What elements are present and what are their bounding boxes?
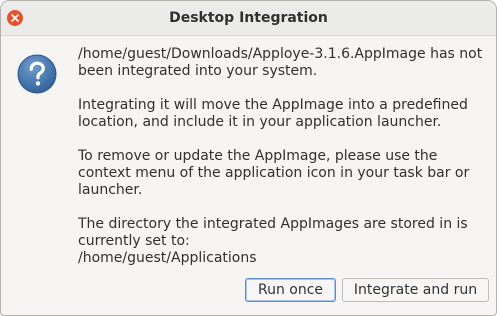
directory-description: The directory the integrated AppImages a… (78, 216, 468, 249)
dialog-window: Desktop Integration /home/guest/Download… (0, 0, 497, 316)
message-paragraph-integrating: Integrating it will move the AppImage in… (78, 97, 468, 130)
question-icon (17, 54, 57, 94)
directory-path: /home/guest/Applications (78, 250, 257, 266)
message-paragraph-directory: The directory the integrated AppImages a… (78, 216, 488, 267)
integrate-and-run-button[interactable]: Integrate and run (342, 278, 489, 302)
run-once-button[interactable]: Run once (245, 278, 336, 302)
message-paragraph-remove-update: To remove or update the AppImage, please… (78, 148, 470, 198)
dialog-content: /home/guest/Downloads/Apploye-3.1.6.AppI… (4, 36, 493, 311)
title-bar: Desktop Integration (1, 1, 496, 36)
message-paragraph-not-integrated: /home/guest/Downloads/Apploye-3.1.6.AppI… (78, 46, 483, 79)
window-title: Desktop Integration (169, 10, 328, 26)
message-text: /home/guest/Downloads/Apploye-3.1.6.AppI… (78, 46, 488, 284)
